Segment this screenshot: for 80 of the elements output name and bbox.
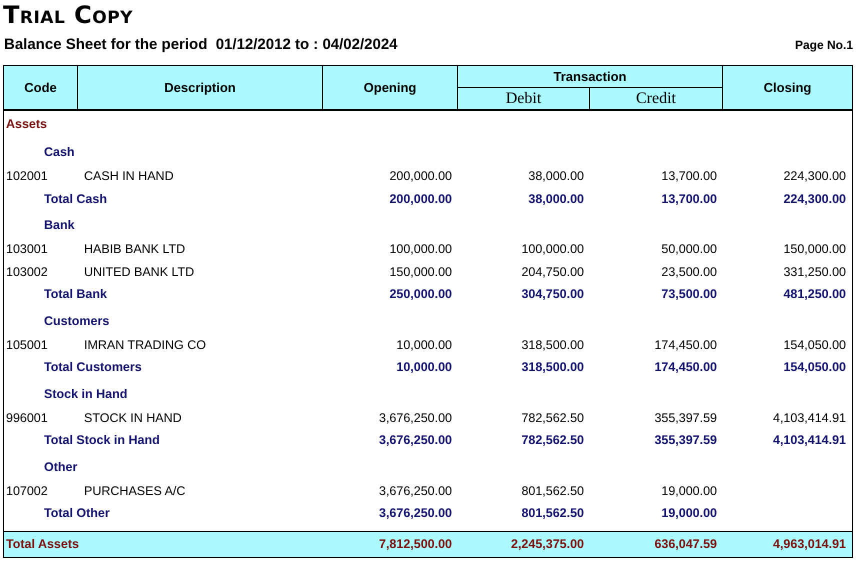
table-cell: 7,812,500.00	[379, 537, 452, 551]
table-cell: 150,000.00	[389, 264, 452, 279]
table-cell: 3,676,250.00	[379, 410, 452, 425]
report-title: Trial Copy	[3, 2, 134, 28]
table-cell: IMRAN TRADING CO	[84, 338, 206, 352]
table-cell: 355,397.59	[654, 433, 717, 448]
table-cell: Total Other	[44, 506, 110, 520]
page-number: Page No.1	[794, 38, 853, 52]
table-cell: CASH IN HAND	[84, 169, 174, 184]
table-cell: 10,000.00	[396, 338, 452, 352]
column-header: Description	[78, 66, 323, 109]
table-cell: Total Bank	[44, 287, 107, 302]
group-heading: Cash	[44, 145, 75, 159]
column-header: Code	[4, 66, 78, 109]
table-cell: 224,300.00	[783, 192, 846, 206]
table-cell: 4,103,414.91	[773, 410, 846, 425]
column-header: Opening	[323, 66, 458, 109]
table-cell: 3,676,250.00	[379, 484, 452, 498]
table-cell: 200,000.00	[389, 169, 452, 184]
table-cell: 304,750.00	[521, 287, 584, 302]
table-cell: 318,500.00	[521, 338, 584, 352]
table-cell: 100,000.00	[521, 242, 584, 256]
table-cell: 250,000.00	[389, 287, 452, 302]
table-cell: 996001	[6, 410, 48, 425]
table-cell: 200,000.00	[389, 192, 452, 206]
table-cell: UNITED BANK LTD	[84, 264, 194, 279]
table-cell: PURCHASES A/C	[84, 484, 186, 498]
table-cell: 318,500.00	[521, 360, 584, 374]
section-heading: Assets	[6, 117, 47, 131]
table-cell: 107002	[6, 484, 48, 498]
table-cell: 105001	[6, 338, 48, 352]
group-heading: Customers	[44, 314, 110, 328]
table-cell: 103001	[6, 242, 48, 256]
table-cell: Total Customers	[44, 360, 142, 374]
table-cell: 2,245,375.00	[511, 537, 584, 551]
table-cell: 204,750.00	[521, 264, 584, 279]
table-cell: Total Cash	[44, 192, 107, 206]
group-heading: Stock in Hand	[44, 386, 128, 400]
table-cell: 19,000.00	[661, 506, 717, 520]
table-cell: STOCK IN HAND	[84, 410, 182, 425]
table-cell: 174,450.00	[654, 338, 717, 352]
table-cell: 636,047.59	[654, 537, 717, 551]
table-cell: 174,450.00	[654, 360, 717, 374]
table-cell: 50,000.00	[661, 242, 717, 256]
table-cell: 355,397.59	[654, 410, 717, 425]
column-header: Closing	[762, 79, 812, 97]
table-cell: 224,300.00	[783, 169, 846, 184]
table-cell: 23,500.00	[661, 264, 717, 279]
table-cell: 73,500.00	[661, 287, 717, 302]
table-cell: 4,963,014.91	[773, 537, 846, 551]
table-cell: Total Stock in Hand	[44, 433, 160, 448]
table-cell: 38,000.00	[528, 192, 584, 206]
table-cell: 102001	[6, 169, 48, 184]
table-cell: 150,000.00	[783, 242, 846, 256]
table-cell: 154,050.00	[783, 360, 846, 374]
table-cell: 38,000.00	[528, 169, 584, 184]
column-header: Transaction	[458, 66, 722, 88]
table-cell: 154,050.00	[783, 338, 846, 352]
group-heading: Other	[44, 460, 78, 474]
table-cell: 331,250.00	[783, 264, 846, 279]
table-cell: 782,562.50	[521, 433, 584, 448]
table-cell: 4,103,414.91	[773, 433, 846, 448]
table-cell: 3,676,250.00	[379, 433, 452, 448]
column-header: Debit	[458, 88, 590, 109]
group-heading: Bank	[44, 218, 75, 232]
table-cell: 13,700.00	[661, 169, 717, 184]
table-cell: 801,562.50	[521, 506, 584, 520]
table-cell: Total Assets	[6, 537, 79, 551]
table-cell: 100,000.00	[389, 242, 452, 256]
column-header: Credit	[635, 88, 677, 108]
table-cell: 481,250.00	[783, 287, 846, 302]
table-cell: 3,676,250.00	[379, 506, 452, 520]
table-cell: 801,562.50	[521, 484, 584, 498]
table-cell: 782,562.50	[521, 410, 584, 425]
table-cell: 103002	[6, 264, 48, 279]
table-cell: HABIB BANK LTD	[84, 242, 186, 256]
table-cell: 19,000.00	[661, 484, 717, 498]
report-subtitle: Balance Sheet for the period 01/12/2012 to : 04/02/2024	[3, 36, 398, 53]
table-cell: 13,700.00	[661, 192, 717, 206]
table-cell: 10,000.00	[396, 360, 452, 374]
